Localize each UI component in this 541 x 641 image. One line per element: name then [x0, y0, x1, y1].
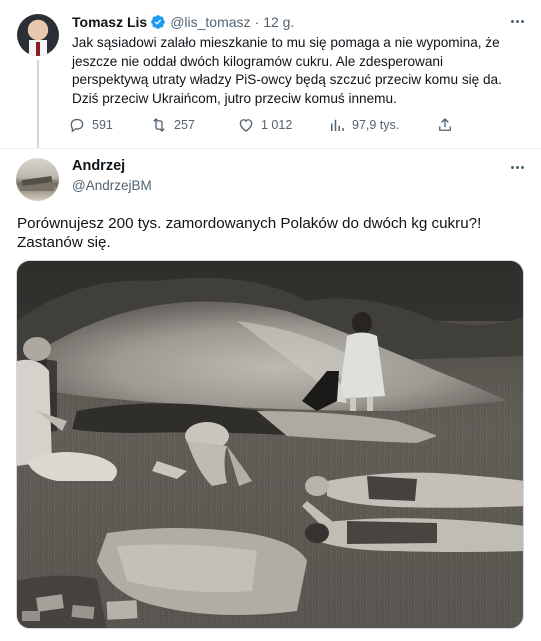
share-icon: [439, 118, 451, 131]
separator-dot: ·: [254, 14, 260, 30]
more-icon[interactable]: [507, 157, 527, 177]
reply-count: 591: [92, 118, 113, 132]
historical-photo: [17, 261, 523, 628]
avatar-detail: [20, 186, 54, 191]
tweet-text-line: Jak sąsiadowi zalało mieszkanie to mu si…: [72, 35, 500, 50]
verified-icon: [151, 15, 166, 29]
tweet-header: Tomasz Lis @lis_tomasz · 12 g.: [72, 13, 294, 31]
reply-icon: [70, 118, 84, 133]
author-name[interactable]: Andrzej: [72, 158, 125, 174]
like-button[interactable]: 1 012: [237, 115, 292, 135]
like-icon: [239, 119, 253, 132]
author-handle[interactable]: @AndrzejBM: [72, 178, 152, 193]
retweet-icon: [153, 118, 165, 132]
divider: [0, 148, 541, 149]
retweet-count: 257: [174, 118, 195, 132]
share-button[interactable]: [436, 115, 454, 135]
tweet-text-line: perspektywą utraty władzy PiS-owcy będą …: [72, 72, 502, 87]
thread-connector: [37, 60, 39, 148]
tweet-text-line: Dziś przeciw Ukraińcom, jutro przeciw ko…: [72, 90, 397, 106]
views-button[interactable]: 97,9 tys.: [328, 115, 399, 135]
more-icon[interactable]: [507, 11, 527, 31]
tweet-lis[interactable]: Tomasz Lis @lis_tomasz · 12 g. Jak sąsia…: [0, 0, 541, 148]
avatar-andrzej[interactable]: [16, 158, 59, 201]
tweet-text: Porównujesz 200 tys. zamordowanych Polak…: [17, 214, 527, 252]
tweet-actions: 591 257 1 012 97,9 tys.: [68, 115, 468, 135]
avatar-tomasz-lis[interactable]: [17, 14, 59, 56]
like-count: 1 012: [261, 118, 293, 132]
tweet-text-line: Zastanów się.: [17, 234, 111, 251]
tweet-text-line: jeszcze nie oddał dwóch kilogramów cukru…: [72, 53, 444, 69]
avatar-detail: [21, 175, 53, 187]
views-count: 97,9 tys.: [352, 118, 400, 132]
tweet-text-line: Porównujesz 200 tys. zamordowanych Polak…: [17, 215, 482, 232]
author-name[interactable]: Tomasz Lis: [72, 14, 147, 30]
tweet-text: Jak sąsiadowi zalało mieszkanie to mu si…: [72, 34, 522, 108]
reply-button[interactable]: 591: [68, 115, 113, 135]
tweet-time[interactable]: 12 g.: [263, 14, 294, 30]
author-handle[interactable]: @lis_tomasz: [170, 14, 250, 30]
avatar-tie: [36, 42, 40, 56]
tweet-photo[interactable]: [16, 260, 524, 629]
views-icon: [331, 119, 344, 131]
retweet-button[interactable]: 257: [150, 115, 195, 135]
